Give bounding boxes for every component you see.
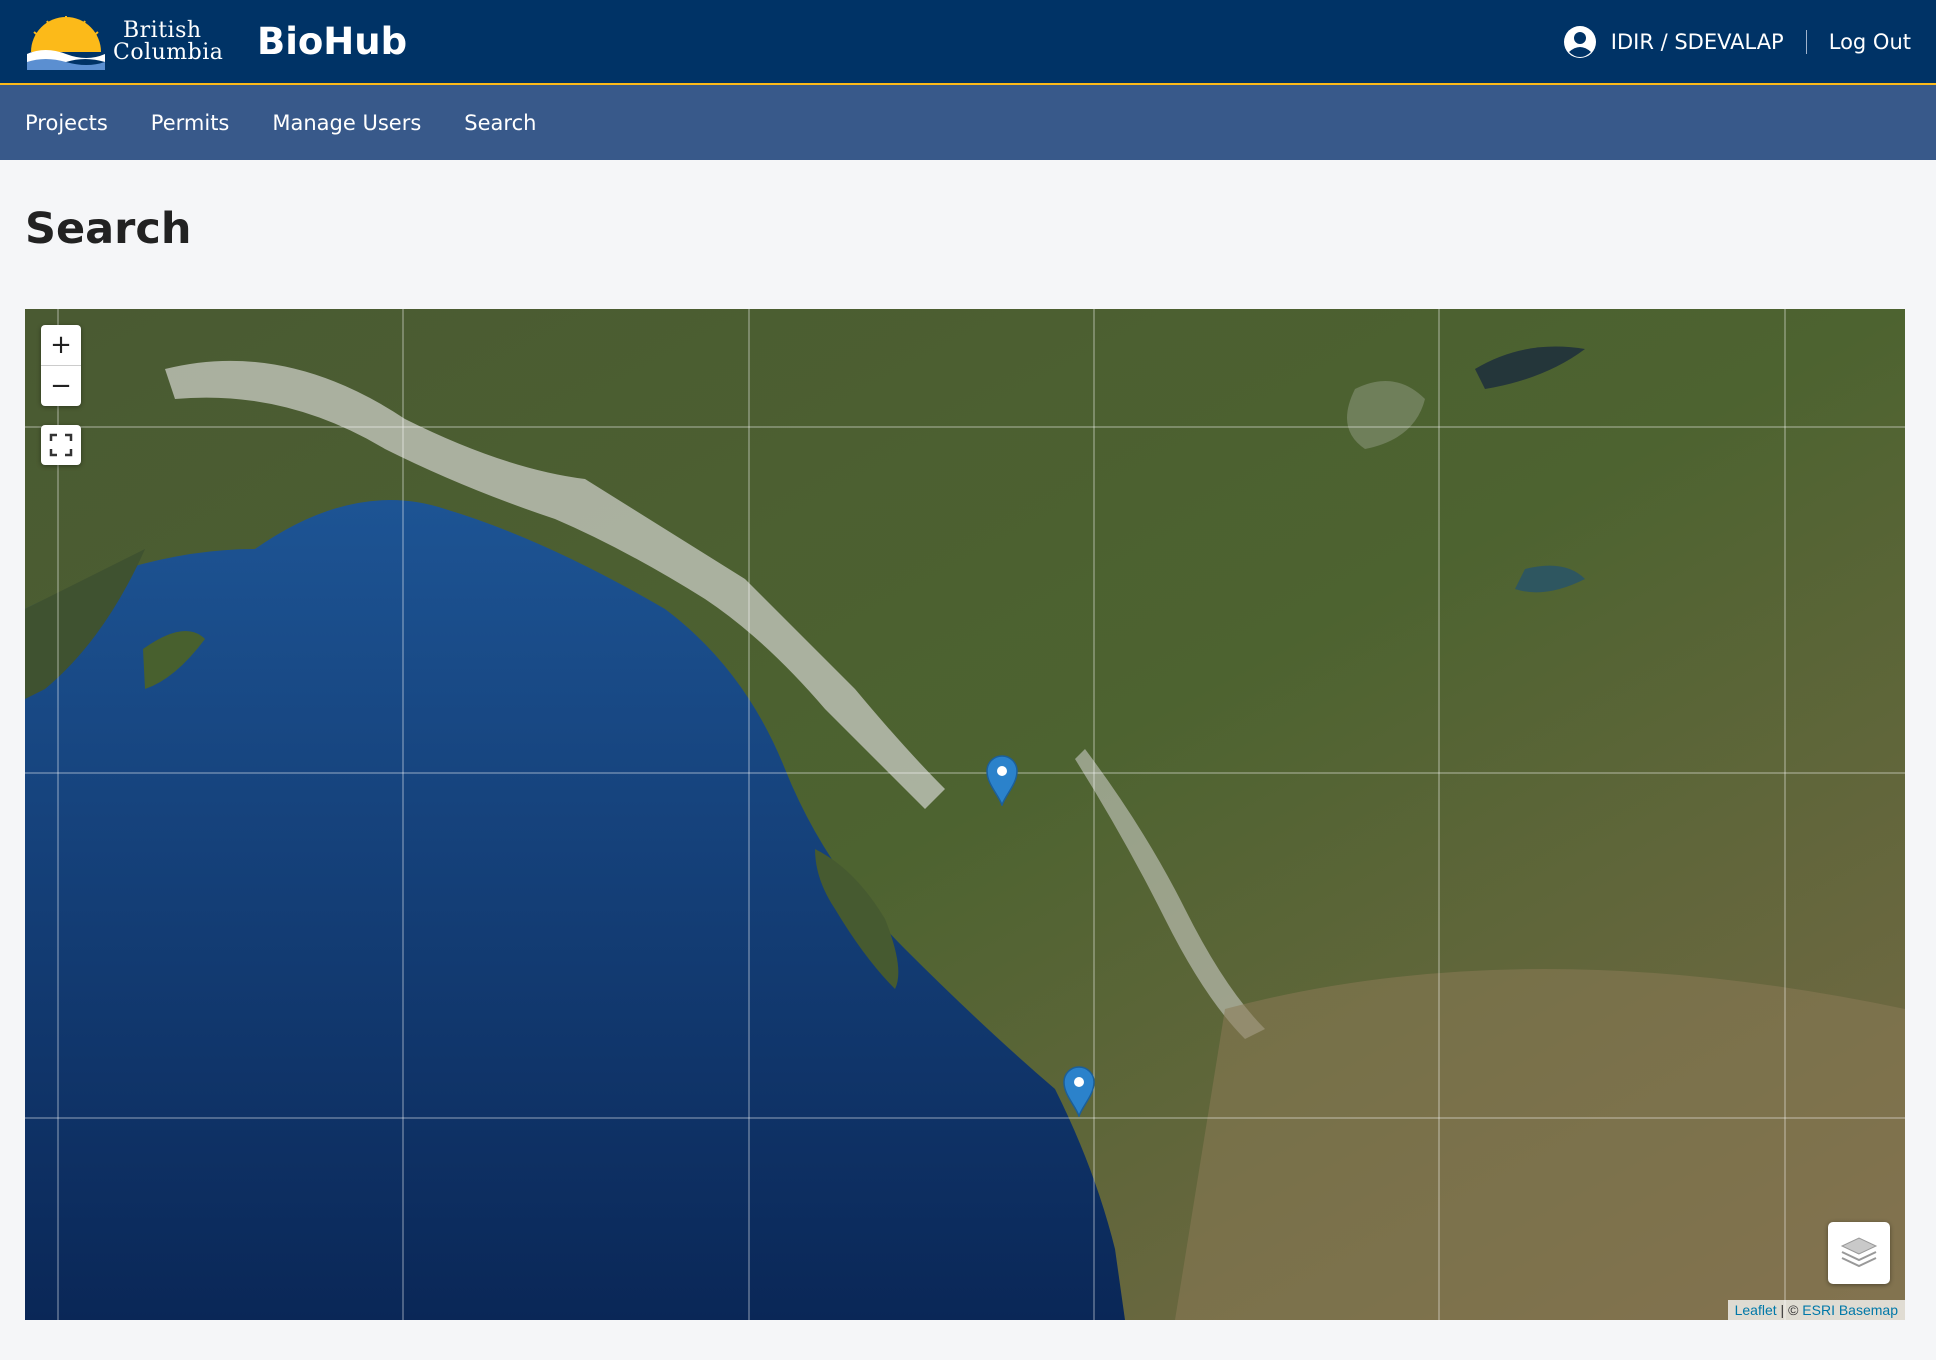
nav-item-manage-users[interactable]: Manage Users [272, 111, 421, 135]
account-circle-icon [1563, 25, 1596, 58]
map-marker-icon[interactable] [985, 754, 1019, 806]
map-tiles[interactable] [25, 309, 1905, 1320]
nav-item-search[interactable]: Search [464, 111, 536, 135]
fullscreen-icon [49, 433, 73, 457]
nav-item-projects[interactable]: Projects [25, 111, 108, 135]
logout-button[interactable]: Log Out [1829, 30, 1911, 54]
sun-logo-icon [27, 15, 105, 70]
layers-control-button[interactable] [1828, 1222, 1890, 1284]
brand: British Columbia BioHub [25, 12, 407, 72]
bc-gov-logo[interactable]: British Columbia [25, 12, 235, 72]
user-name: IDIR / SDEVALAP [1610, 29, 1784, 54]
bc-gov-wordmark: British Columbia [113, 17, 224, 65]
fullscreen-button[interactable] [41, 425, 81, 465]
app-title[interactable]: BioHub [257, 20, 407, 63]
page-title: Search [25, 204, 192, 254]
main-nav: Projects Permits Manage Users Search [0, 85, 1936, 160]
layers-icon [1840, 1237, 1878, 1268]
attribution-separator: | © [1776, 1302, 1803, 1318]
zoom-control: + − [41, 325, 81, 406]
map-attribution: Leaflet | © ESRI Basemap [1727, 1300, 1905, 1320]
logo-line-columbia: Columbia [113, 39, 224, 65]
logo-line-british: British [123, 17, 202, 43]
nav-item-permits[interactable]: Permits [151, 111, 230, 135]
esri-basemap-link[interactable]: ESRI Basemap [1802, 1302, 1898, 1318]
user-area: IDIR / SDEVALAP Log Out [1563, 25, 1911, 59]
zoom-in-button[interactable]: + [41, 325, 81, 366]
header-divider [1805, 29, 1807, 54]
search-map[interactable]: + − Leaflet | © ESRI Basemap [25, 309, 1905, 1320]
zoom-out-button[interactable]: − [41, 366, 81, 406]
app-header: British Columbia BioHub IDIR / SDEVALAP … [0, 0, 1936, 85]
map-marker-icon[interactable] [1062, 1065, 1096, 1117]
leaflet-link[interactable]: Leaflet [1735, 1302, 1777, 1318]
